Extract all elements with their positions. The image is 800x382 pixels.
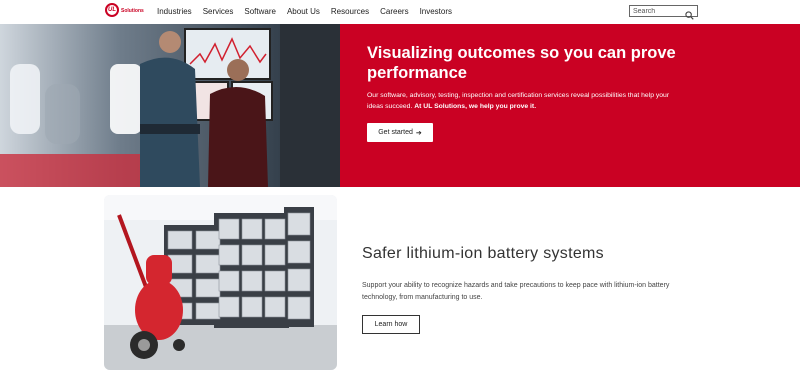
hero-panel: Visualizing outcomes so you can prove pe… [340,24,800,187]
nav-item-investors[interactable]: Investors [420,6,452,18]
search-box[interactable] [629,5,698,20]
hero-photo-engineers-monitors [0,24,340,187]
hero-description-emphasis: At UL Solutions, we help you prove it. [414,103,537,110]
learn-how-button[interactable]: Learn how [362,315,420,334]
feature-title: Safer lithium-ion battery systems [362,245,604,262]
nav-item-careers[interactable]: Careers [380,6,408,18]
search-input[interactable] [633,7,683,15]
nav-item-resources[interactable]: Resources [331,6,369,18]
get-started-button[interactable]: Get started ➔ [367,123,433,142]
nav-item-services[interactable]: Services [203,6,234,18]
arrow-right-icon: ➔ [415,129,422,137]
nav-item-industries[interactable]: Industries [157,6,192,18]
main-nav: Industries Services Software About Us Re… [157,6,463,18]
battery-storage-photo [104,195,337,370]
nav-item-software[interactable]: Software [244,6,276,18]
nav-item-about-us[interactable]: About Us [287,6,320,18]
get-started-label: Get started [378,129,413,136]
logo-wordmark: Solutions [121,8,144,14]
feature-description: Support your ability to recognize hazard… [362,282,670,301]
hero-description: Our software, advisory, testing, inspect… [367,90,677,112]
ul-logo-mark: UL [105,3,119,17]
ul-solutions-logo[interactable]: UL Solutions [105,3,144,17]
search-icon[interactable] [685,7,694,25]
hero-banner: Visualizing outcomes so you can prove pe… [0,24,800,187]
site-header: UL Solutions Industries Services Softwar… [0,0,800,24]
hero-title: Visualizing outcomes so you can prove pe… [367,44,676,82]
